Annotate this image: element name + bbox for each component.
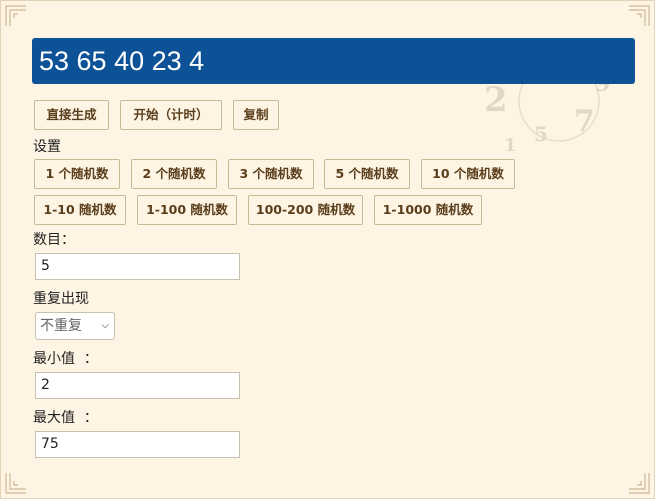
copy-button[interactable]: 复制	[233, 100, 279, 130]
preset-range-button[interactable]: 1-100 随机数	[137, 195, 237, 225]
repeat-label: 重复出现	[33, 291, 89, 307]
svg-text:7: 7	[574, 104, 595, 139]
min-input[interactable]: 2	[35, 372, 240, 399]
max-label: 最大值 ：	[33, 410, 98, 426]
preset-count-button[interactable]: 10 个随机数	[421, 159, 515, 189]
preset-count-button[interactable]: 3 个随机数	[228, 159, 314, 189]
page-frame: 2 3 7 5 9 1 53 65 40 23 4 直接生成 开始（计时） 复制…	[0, 0, 655, 499]
generate-button[interactable]: 直接生成	[34, 100, 109, 130]
preset-range-button[interactable]: 1-1000 随机数	[374, 195, 482, 225]
ornament-corner-icon	[5, 472, 27, 494]
preset-count-button[interactable]: 5 个随机数	[324, 159, 410, 189]
ornament-corner-icon	[628, 472, 650, 494]
settings-label: 设置	[33, 139, 61, 155]
start-timed-button[interactable]: 开始（计时）	[120, 100, 222, 130]
result-display: 53 65 40 23 4	[32, 38, 635, 84]
preset-range-button[interactable]: 1-10 随机数	[34, 195, 126, 225]
svg-text:2: 2	[484, 80, 508, 120]
count-input[interactable]: 5	[35, 253, 240, 280]
min-label: 最小值 ：	[33, 351, 98, 367]
svg-text:5: 5	[534, 122, 548, 146]
max-input[interactable]: 75	[35, 431, 240, 458]
repeat-select[interactable]: 不重复 ⌵	[35, 312, 115, 340]
preset-count-button[interactable]: 1 个随机数	[34, 159, 120, 189]
svg-text:1: 1	[504, 135, 517, 156]
count-label: 数目：	[33, 232, 75, 248]
ornament-corner-icon	[5, 5, 27, 27]
preset-range-button[interactable]: 100-200 随机数	[248, 195, 363, 225]
repeat-select-value: 不重复	[40, 318, 82, 334]
chevron-down-icon: ⌵	[101, 320, 109, 331]
preset-count-button[interactable]: 2 个随机数	[131, 159, 217, 189]
